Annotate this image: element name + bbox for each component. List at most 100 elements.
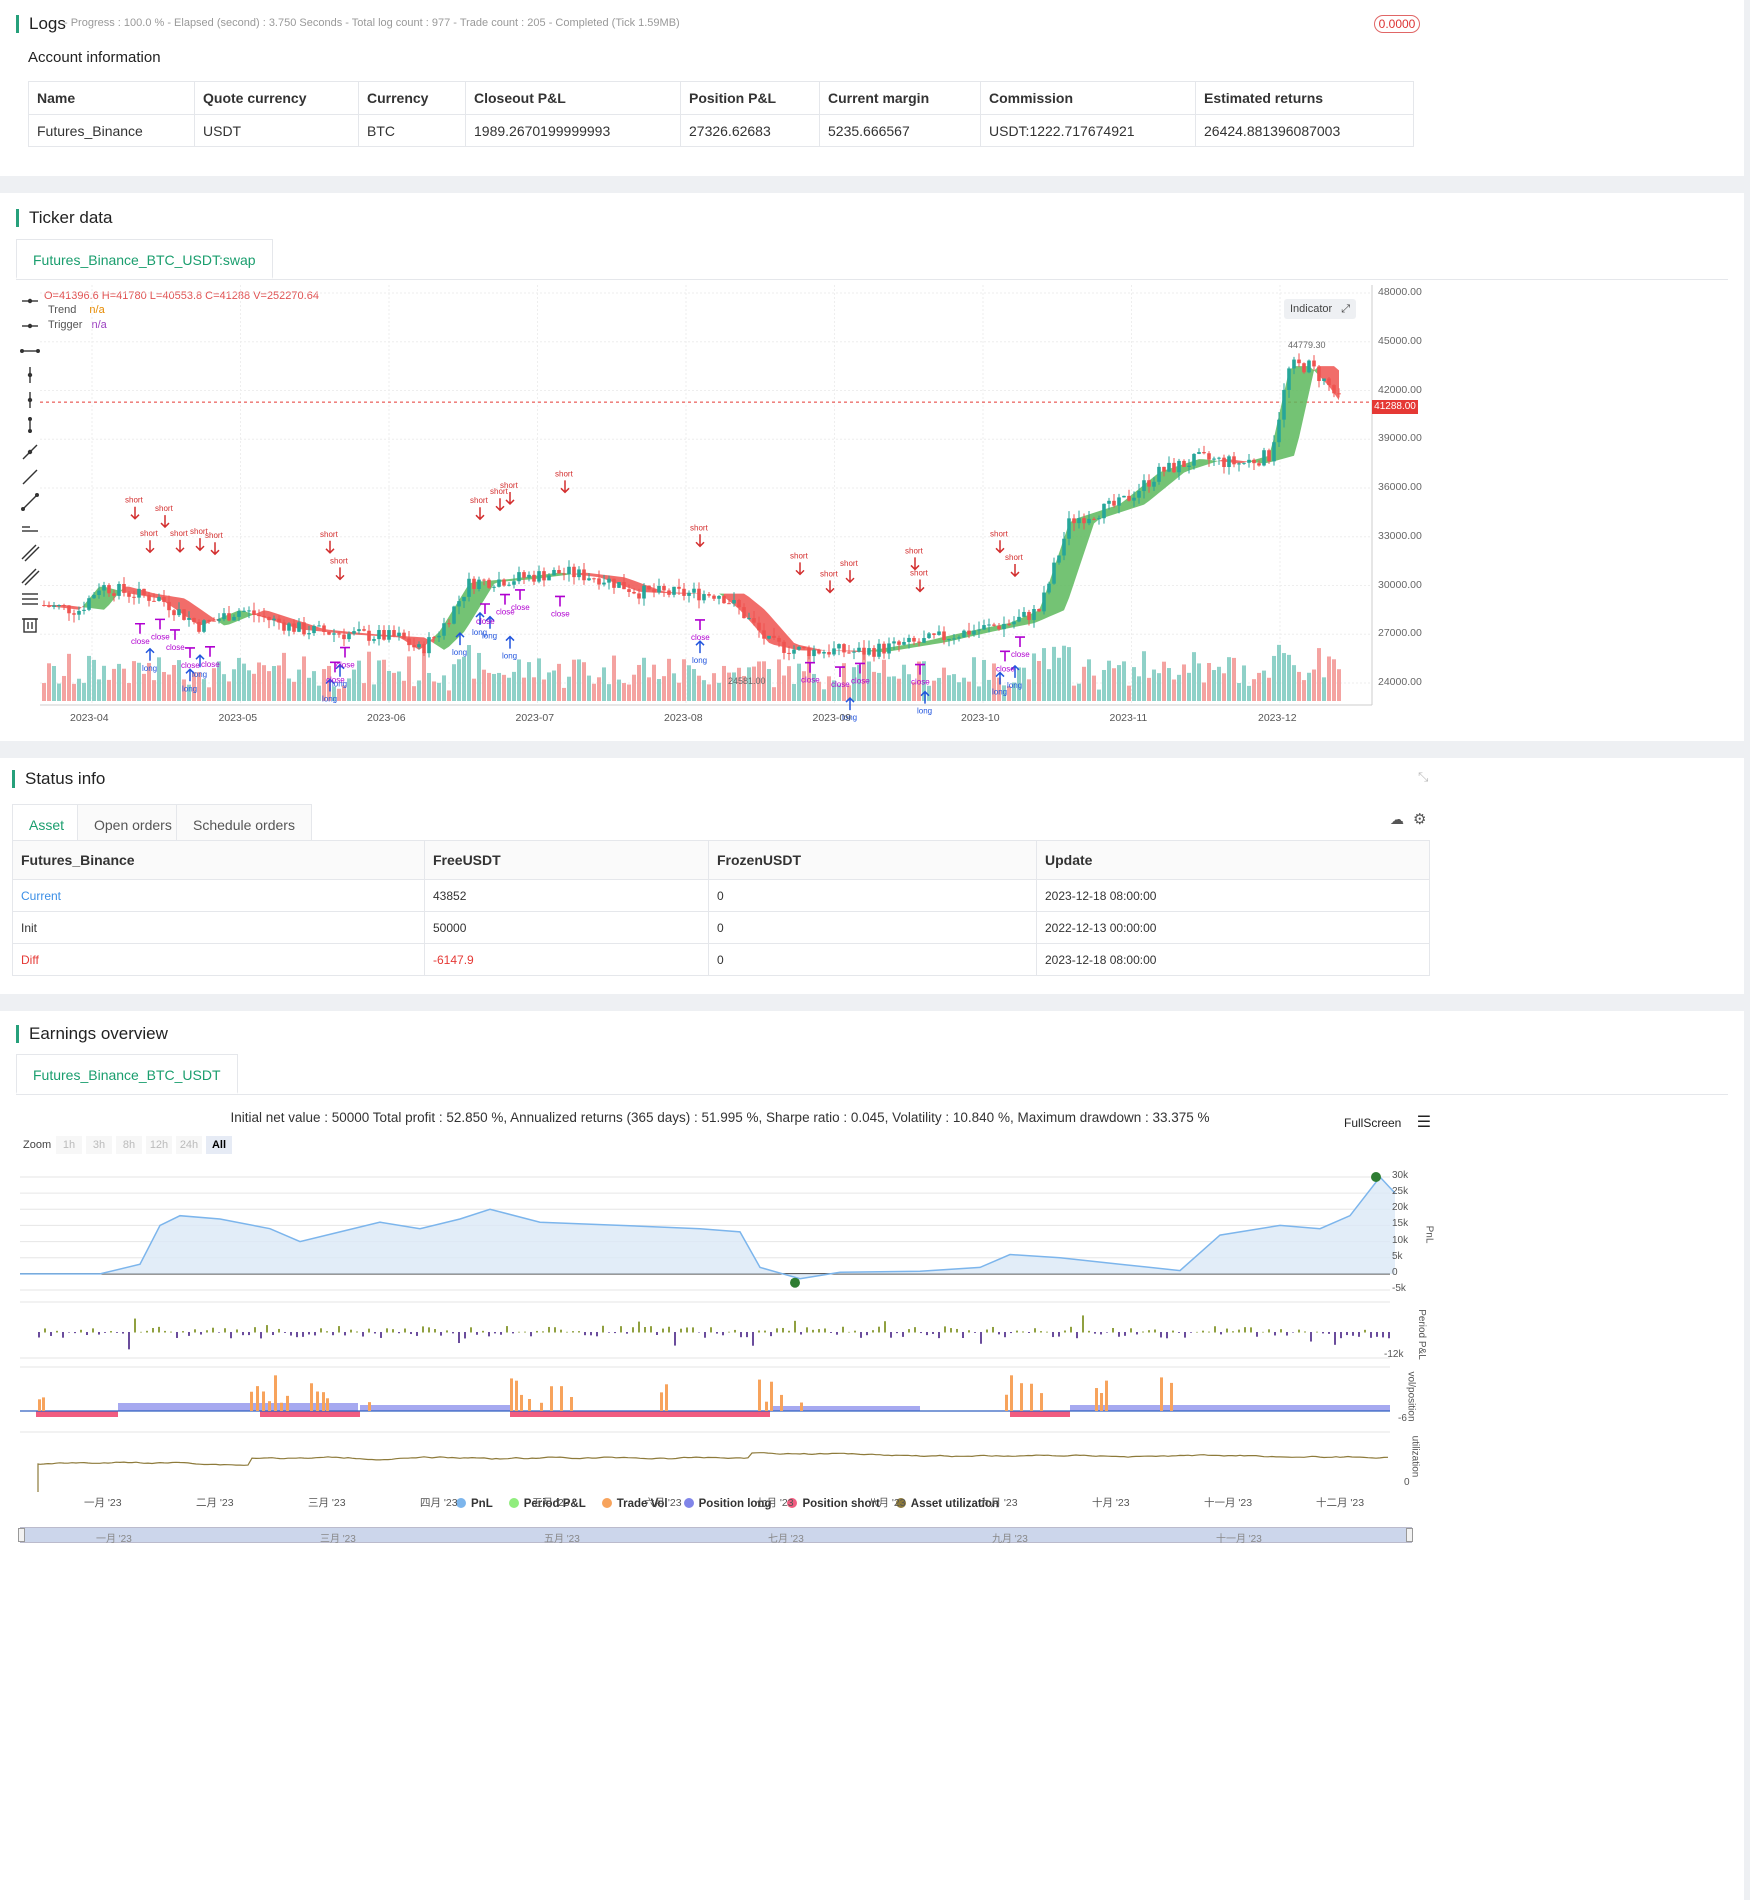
period-bar [188, 1332, 190, 1336]
period-bar [1076, 1332, 1078, 1339]
trade-label: short [1005, 553, 1024, 562]
trend-band [899, 644, 904, 650]
collapse-icon[interactable]: ⤡ [1418, 769, 1428, 785]
row-label-current: Current [12, 879, 425, 912]
candle-body [147, 595, 151, 601]
short-arrow [195, 538, 205, 552]
zoom-button-8h[interactable]: 8h [116, 1136, 142, 1154]
candle-body [152, 600, 156, 602]
candle-body [1122, 495, 1126, 498]
candle-body [132, 596, 136, 598]
volume-bar [507, 677, 511, 701]
period-bar [128, 1332, 130, 1350]
candle-body [452, 606, 456, 624]
navigator-handle-left[interactable] [18, 1528, 25, 1542]
period-bar [110, 1331, 112, 1333]
volume-bar [142, 673, 146, 701]
period-bar [692, 1327, 694, 1333]
legend-item[interactable]: PnL [456, 1498, 493, 1510]
candle-body [897, 641, 901, 645]
volume-bar [212, 668, 216, 701]
tab-open-orders[interactable]: Open orders [77, 804, 189, 844]
candle-body [1022, 611, 1026, 617]
candle-body [192, 617, 196, 623]
cell: 0 [708, 879, 1037, 912]
zoom-button-24h[interactable]: 24h [176, 1136, 202, 1154]
short-arrow [210, 542, 220, 556]
tab-earnings[interactable]: Futures_Binance_BTC_USDT [16, 1054, 238, 1094]
tab-ticker[interactable]: Futures_Binance_BTC_USDT:swap [16, 239, 273, 279]
trend-band [949, 634, 954, 642]
volume-bar [582, 662, 586, 701]
price-tick-label: 27000.00 [1378, 627, 1422, 640]
candle-body [1157, 466, 1161, 482]
last-price-tag: 41288.00 [1372, 400, 1418, 414]
candle-body [637, 593, 641, 599]
zoom-button-12h[interactable]: 12h [146, 1136, 172, 1154]
close-marker [185, 647, 195, 658]
zoom-button-3h[interactable]: 3h [86, 1136, 112, 1154]
price-tick-label: 33000.00 [1378, 529, 1422, 542]
candle-body [917, 641, 921, 643]
table-row: Diff -6147.9 0 2023-12-18 08:00:00 [12, 943, 1430, 976]
period-bar [296, 1332, 298, 1338]
volume-bar [1327, 656, 1331, 701]
tab-asset[interactable]: Asset [12, 804, 82, 844]
navigator-month-label: 十一月 '23 [1216, 1534, 1262, 1545]
volume-bar [462, 656, 466, 701]
period-bar [974, 1332, 976, 1333]
fullscreen-button[interactable]: FullScreen ☰ [1344, 1112, 1431, 1132]
trend-band [1079, 515, 1084, 569]
period-bar [836, 1332, 838, 1335]
candle-body [1202, 452, 1206, 454]
utilization-line [37, 1452, 1389, 1492]
volume-bar [1047, 669, 1051, 701]
long-arrow [505, 635, 515, 649]
legend-item[interactable]: Position short [787, 1498, 880, 1510]
gear-icon[interactable]: ⚙ [1413, 810, 1426, 828]
util-tick-label: 0 [1404, 1477, 1410, 1488]
period-bar [62, 1332, 64, 1338]
candle-body [1012, 621, 1016, 625]
zoom-button-1h[interactable]: 1h [56, 1136, 82, 1154]
volume-bar [617, 679, 621, 701]
trade-label: close [1011, 650, 1030, 659]
candle-body [812, 649, 816, 657]
volume-bar [1222, 673, 1226, 701]
candle-body [1212, 458, 1216, 460]
trade-vol-bar [758, 1379, 761, 1411]
period-bar [1310, 1332, 1312, 1342]
volume-bar [632, 674, 636, 701]
candle-body [912, 637, 916, 642]
logs-badge[interactable]: 0.0000 [1374, 15, 1420, 33]
trade-label: close [831, 680, 850, 689]
cloud-download-icon[interactable]: ☁ [1390, 811, 1404, 828]
volume-bar [1202, 682, 1206, 701]
candle-body [552, 569, 556, 576]
volume-bar [667, 658, 671, 701]
volume-bar [1242, 665, 1246, 701]
candle-body [697, 588, 701, 601]
candle-body [882, 643, 886, 654]
close-marker [480, 603, 490, 615]
period-bar [566, 1331, 568, 1333]
navigator[interactable] [20, 1527, 1412, 1543]
candle-body [1292, 359, 1296, 369]
period-bar [50, 1332, 52, 1336]
earnings-chart[interactable] [20, 1162, 1440, 1492]
trend-band [74, 606, 79, 610]
zoom-button-All[interactable]: All [206, 1136, 232, 1154]
position-short [36, 1411, 118, 1417]
period-bar [212, 1327, 214, 1333]
volume-bar [207, 687, 211, 701]
period-bar [1106, 1332, 1108, 1333]
cell: 26424.881396087003 [1195, 114, 1414, 147]
candlestick-chart[interactable]: shortshortshortshort shortshort shortshort… [40, 285, 1430, 731]
pnl-tick-label: -5k [1392, 1283, 1406, 1294]
navigator-handle-right[interactable] [1406, 1528, 1413, 1542]
tab-schedule-orders[interactable]: Schedule orders [176, 804, 312, 844]
volume-bar [232, 669, 236, 701]
cell: 5235.666567 [819, 114, 981, 147]
candle-body [707, 594, 711, 596]
volume-bar [652, 664, 656, 701]
